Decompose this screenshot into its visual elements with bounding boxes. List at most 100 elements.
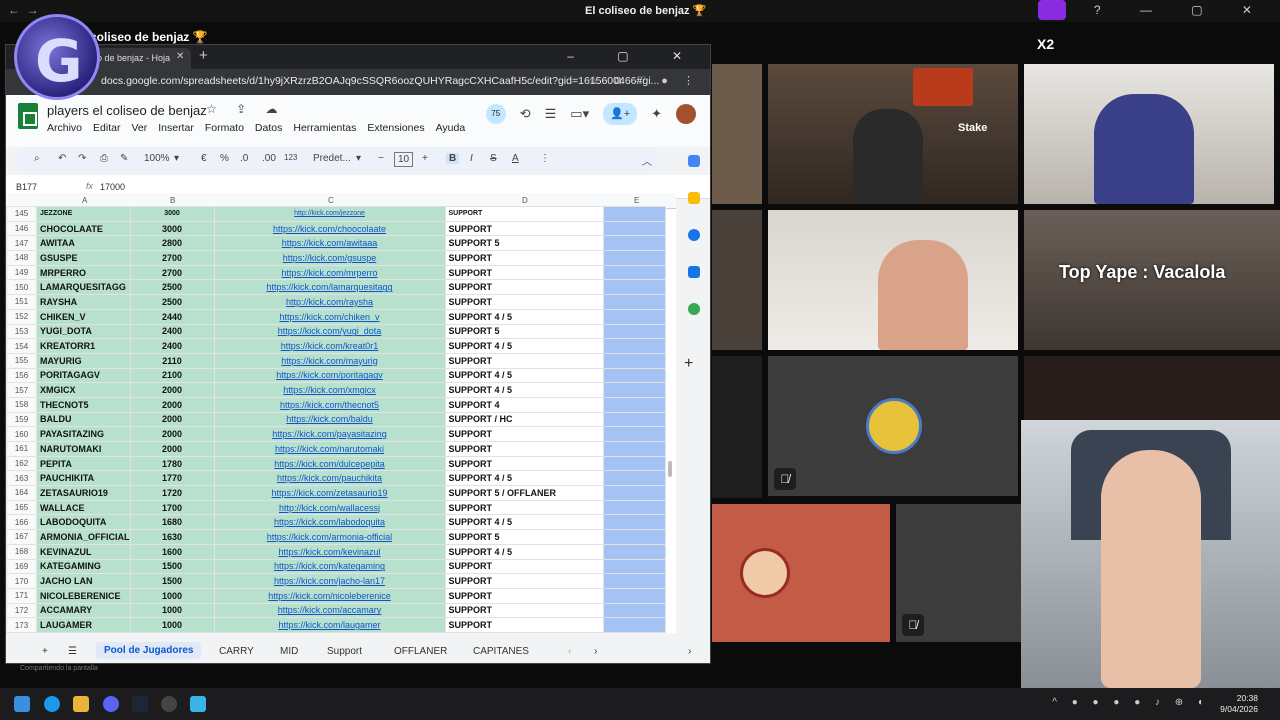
vertical-scrollbar[interactable] [668, 461, 672, 477]
kick-link-cell[interactable]: https://kick.com/armonia-official [213, 529, 446, 545]
tab-support[interactable]: Support [327, 646, 362, 657]
row-number[interactable]: 146 [6, 220, 37, 237]
column-header-b[interactable]: B [170, 196, 175, 205]
player-name-cell[interactable]: ZETASAURIO19 [36, 485, 131, 501]
kick-link-cell[interactable]: https://kick.com/lamarquesitagg [213, 279, 446, 296]
kick-link-cell[interactable]: https://kick.com/narutomaki [213, 441, 446, 457]
player-name-cell[interactable]: KREATORR1 [36, 338, 131, 354]
row-number[interactable]: 155 [6, 352, 37, 369]
position-cell[interactable]: SUPPORT [444, 441, 604, 457]
position-cell[interactable]: SUPPORT [444, 558, 604, 575]
column-header-c[interactable]: C [328, 196, 334, 205]
redo-icon[interactable]: ↷ [78, 153, 86, 164]
mmr-cell[interactable]: 1500 [129, 573, 215, 589]
more-options-icon[interactable]: ⋮ [540, 153, 550, 164]
comments-icon[interactable]: ☰ [545, 106, 557, 122]
position-cell[interactable]: SUPPORT 4 / 5 [444, 367, 604, 384]
steam-icon[interactable] [132, 696, 148, 712]
undo-icon[interactable]: ↶ [58, 153, 66, 164]
row-number[interactable]: 153 [6, 323, 37, 340]
row-number[interactable]: 150 [6, 279, 37, 296]
menu-ver[interactable]: Ver [131, 122, 147, 134]
tab-capitanes[interactable]: CAPITANES [473, 646, 529, 657]
mmr-cell[interactable]: 2800 [129, 235, 215, 252]
kick-link-cell[interactable]: https://kick.com/mrperro [213, 264, 446, 281]
row-number[interactable]: 145 [6, 206, 37, 222]
mmr-cell[interactable]: 2400 [129, 323, 215, 340]
column-e-cell[interactable] [602, 220, 666, 237]
position-cell[interactable]: SUPPORT [444, 279, 604, 296]
column-e-cell[interactable] [602, 514, 666, 531]
mmr-cell[interactable]: 1000 [129, 602, 215, 619]
mmr-cell[interactable]: 2000 [129, 411, 215, 428]
player-name-cell[interactable]: ACCAMARY [36, 602, 131, 619]
position-cell[interactable]: SUPPORT [444, 573, 604, 589]
avatar[interactable] [676, 104, 696, 124]
column-e-cell[interactable] [602, 499, 666, 516]
row-number[interactable]: 158 [6, 396, 37, 413]
kick-link-cell[interactable]: https://kick.com/awitaaa [213, 235, 446, 252]
kick-link-cell[interactable]: https://kick.com/payasitazing [213, 426, 446, 442]
mmr-cell[interactable]: 1600 [129, 543, 215, 560]
column-e-cell[interactable] [602, 617, 666, 633]
explore-icon[interactable]: › [688, 646, 691, 657]
column-e-cell[interactable] [602, 558, 666, 575]
system-tray[interactable]: ^ ● ● ● ● ♪ ⊕ ◐ [1052, 697, 1210, 708]
column-e-cell[interactable] [602, 308, 666, 325]
position-cell[interactable]: SUPPORT / HC [444, 411, 604, 428]
history-icon[interactable]: ⟲ [520, 106, 531, 122]
player-name-cell[interactable]: XMGICX [36, 382, 131, 398]
mmr-cell[interactable]: 2110 [129, 352, 215, 369]
row-number[interactable]: 162 [6, 455, 37, 472]
scroll-left-icon[interactable]: ‹ [568, 646, 571, 657]
menu-herramientas[interactable]: Herramientas [293, 122, 356, 134]
player-name-cell[interactable]: NARUTOMAKI [36, 441, 131, 457]
menu-extensiones[interactable]: Extensiones [367, 122, 424, 134]
position-cell[interactable]: SUPPORT 4 / 5 [444, 308, 604, 325]
column-e-cell[interactable] [602, 206, 666, 222]
menu-datos[interactable]: Datos [255, 122, 282, 134]
player-name-cell[interactable]: AWITAA [36, 235, 131, 252]
mmr-cell[interactable]: 2400 [129, 338, 215, 354]
kick-link-cell[interactable]: https://kick.com/yugi_dota [213, 323, 446, 340]
italic-button[interactable]: I [470, 153, 473, 164]
collapse-toolbar-icon[interactable]: ︿ [642, 153, 652, 168]
kick-link-cell[interactable]: https://kick.com/kreat0r1 [213, 338, 446, 354]
window-controls[interactable]: ▢ ? — ▢ ✕ [1043, 3, 1270, 17]
row-number[interactable]: 149 [6, 264, 37, 281]
print-icon[interactable]: ⎙ [100, 153, 108, 164]
kick-link-cell[interactable]: http://kick.com/raysha [213, 294, 446, 310]
file-explorer-icon[interactable] [73, 696, 89, 712]
mmr-cell[interactable]: 1720 [129, 485, 215, 501]
notepad-icon[interactable] [190, 696, 206, 712]
edge-icon[interactable] [44, 696, 60, 712]
position-cell[interactable]: SUPPORT [444, 455, 604, 472]
column-e-cell[interactable] [602, 587, 666, 604]
mmr-cell[interactable]: 1500 [129, 558, 215, 575]
mmr-cell[interactable]: 1000 [129, 587, 215, 604]
kick-link-cell[interactable]: https://kick.com/pauchikita [213, 470, 446, 487]
mmr-cell[interactable]: 2500 [129, 279, 215, 296]
column-e-cell[interactable] [602, 382, 666, 398]
column-e-cell[interactable] [602, 235, 666, 252]
column-e-cell[interactable] [602, 441, 666, 457]
column-header-e[interactable]: E [634, 196, 639, 205]
mmr-cell[interactable]: 2100 [129, 367, 215, 384]
sheets-logo-icon[interactable] [18, 103, 38, 129]
column-e-cell[interactable] [602, 323, 666, 340]
mmr-cell[interactable]: 2700 [129, 250, 215, 266]
player-name-cell[interactable]: KATEGAMING [36, 558, 131, 575]
column-e-cell[interactable] [602, 279, 666, 296]
player-name-cell[interactable]: WALLACE [36, 499, 131, 516]
position-cell[interactable]: SUPPORT [444, 220, 604, 237]
tab-carry[interactable]: CARRY [219, 646, 254, 657]
font-size-increase-icon[interactable]: + [422, 153, 428, 164]
windows-start-icon[interactable] [14, 696, 30, 712]
player-name-cell[interactable]: ARMONIA_OFFICIAL [36, 529, 131, 545]
paint-format-icon[interactable]: ✎ [120, 153, 128, 164]
menu-formato[interactable]: Formato [205, 122, 244, 134]
currency-button[interactable]: € [201, 153, 207, 164]
column-e-cell[interactable] [602, 411, 666, 428]
mmr-cell[interactable]: 1000 [129, 617, 215, 633]
player-name-cell[interactable]: MRPERRO [36, 264, 131, 281]
